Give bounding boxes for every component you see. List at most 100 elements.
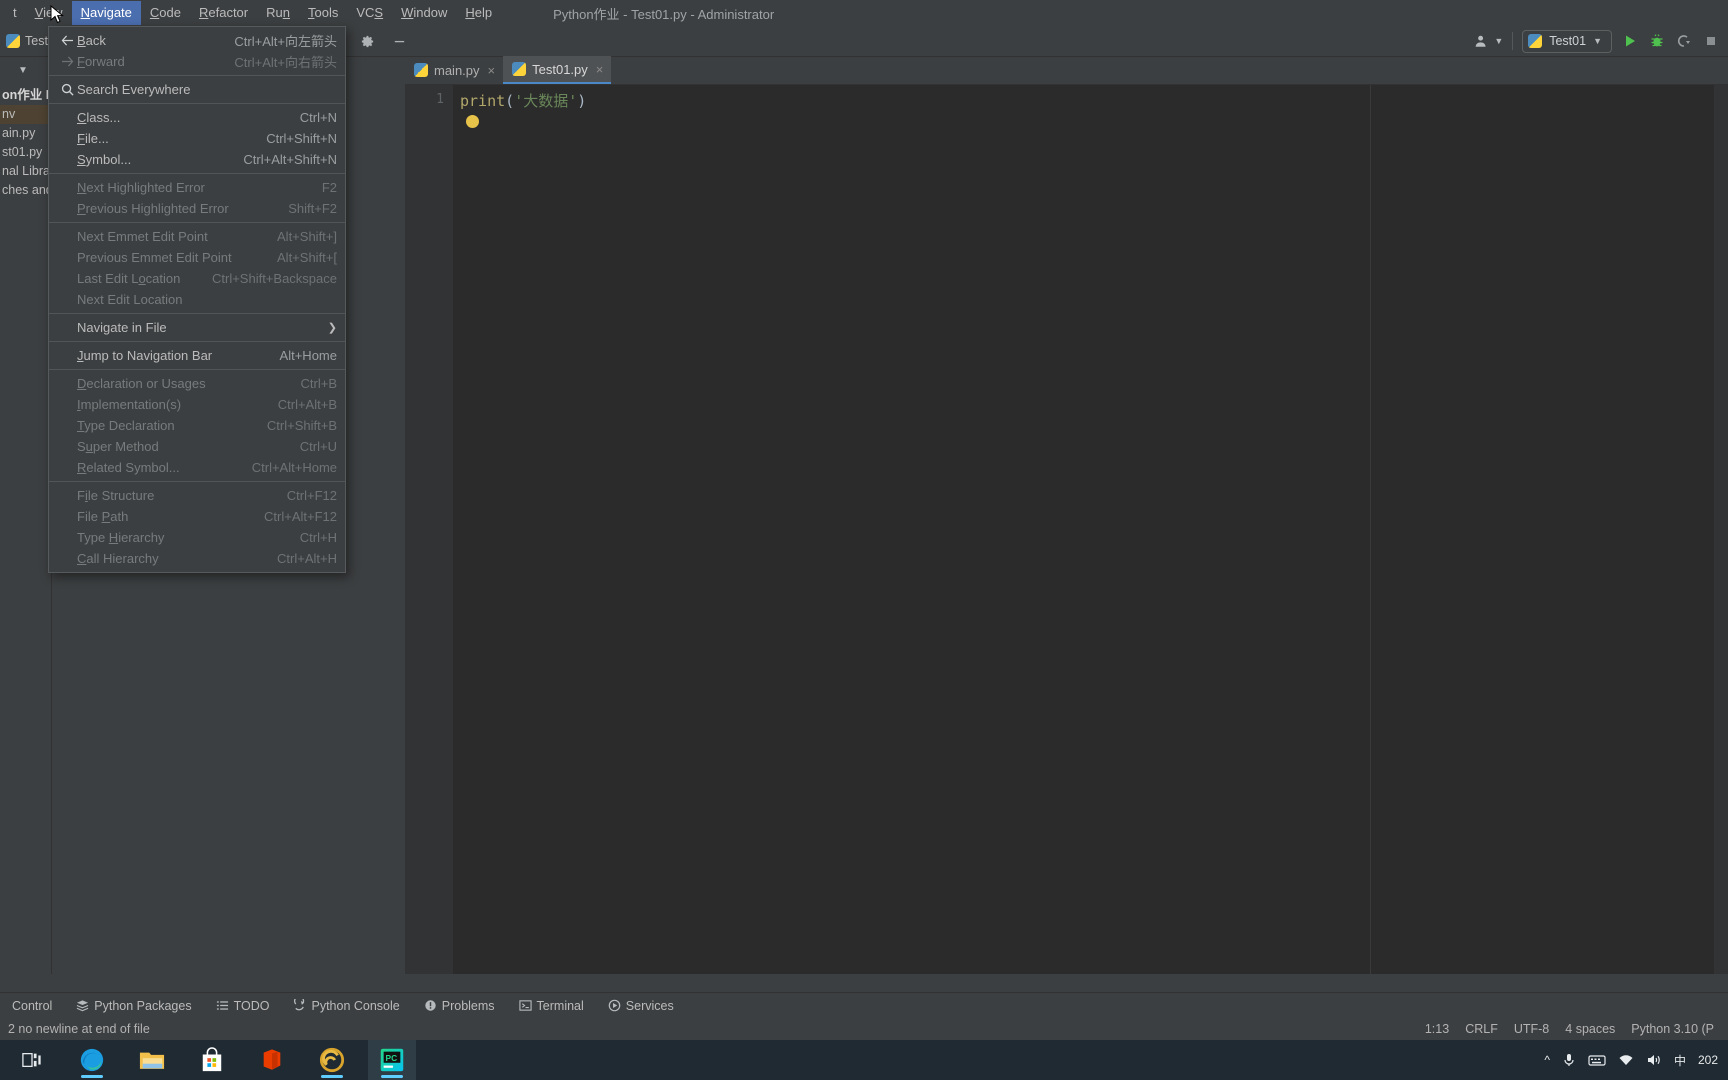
run-configuration-selector[interactable]: Test01 ▼: [1522, 29, 1612, 53]
menu-item-last-edit-location-shortcut: Ctrl+Shift+Backspace: [211, 271, 337, 286]
menu-item-view[interactable]: VViewiew: [26, 1, 72, 25]
keyboard-icon[interactable]: [1588, 1053, 1606, 1067]
editor-scrollbar[interactable]: [1714, 85, 1728, 974]
coverage-icon[interactable]: [1675, 32, 1693, 50]
menu-item-next-highlighted-error-label: Next Highlighted Error: [77, 180, 205, 195]
menu-item-file-structure-shortcut: Ctrl+F12: [286, 488, 337, 503]
tool-window-services[interactable]: Services: [596, 999, 686, 1013]
menu-item-search-everywhere[interactable]: Search Everywhere: [49, 79, 345, 100]
pycharm-window: t VViewiew Navigate Code Refactor Run To…: [0, 0, 1728, 1080]
code-editor[interactable]: 1 print('大数据'): [405, 85, 1728, 974]
menu-item-forward[interactable]: Forward Ctrl+Alt+向右箭头: [49, 51, 345, 72]
tree-item-external-libraries[interactable]: nal Libra: [0, 162, 51, 181]
tool-window-problems[interactable]: Problems: [412, 999, 507, 1013]
collapse-icon[interactable]: ▼: [18, 65, 28, 76]
menu-item-help[interactable]: Help: [456, 1, 501, 25]
menu-item-implementations[interactable]: Implementation(s) Ctrl+Alt+B: [49, 394, 345, 415]
minimize-icon[interactable]: [390, 32, 408, 50]
taskbar-clock[interactable]: 202: [1698, 1053, 1718, 1067]
tab-test01-py[interactable]: Test01.py ×: [503, 56, 612, 84]
menu-item-last-edit-location[interactable]: Last Edit Location Ctrl+Shift+Backspace: [49, 268, 345, 289]
file-encoding[interactable]: UTF-8: [1514, 1022, 1549, 1036]
tree-item-venv[interactable]: nv: [0, 105, 51, 124]
menu-item-file[interactable]: File... Ctrl+Shift+N: [49, 128, 345, 149]
debug-icon[interactable]: [1648, 32, 1666, 50]
menu-item-next-edit-location[interactable]: Next Edit Location: [49, 289, 345, 310]
menu-item-related-symbol-shortcut: Ctrl+Alt+Home: [251, 460, 337, 475]
task-view-icon[interactable]: [8, 1040, 56, 1080]
run-config-py-icon: [1528, 34, 1543, 48]
tool-window-python-packages[interactable]: Python Packages: [64, 999, 203, 1013]
menu-item-back[interactable]: Back Ctrl+Alt+向左箭头: [49, 30, 345, 51]
menu-item-file-path[interactable]: File Path Ctrl+Alt+F12: [49, 506, 345, 527]
project-panel-header: ▼: [0, 57, 51, 83]
ime-indicator[interactable]: 中: [1674, 1052, 1686, 1069]
menu-item-navigate[interactable]: Navigate: [71, 1, 141, 25]
back-arrow-icon: [57, 35, 77, 46]
tab-test01-py-close-icon[interactable]: ×: [596, 62, 604, 77]
menu-item-previous-emmet-edit-point[interactable]: Previous Emmet Edit Point Alt+Shift+[: [49, 247, 345, 268]
menu-item-class[interactable]: Class... Ctrl+N: [49, 107, 345, 128]
lightbulb-icon[interactable]: [466, 115, 479, 128]
menu-item-symbol[interactable]: Symbol... Ctrl+Alt+Shift+N: [49, 149, 345, 170]
menu-separator: [49, 481, 345, 482]
menu-item-window[interactable]: Window: [392, 1, 456, 25]
menu-item-symbol-label: Symbol...: [77, 152, 132, 167]
tree-item-test01-py[interactable]: st01.py: [0, 143, 51, 162]
line-number-gutter: 1: [405, 85, 453, 974]
tool-window-version-control[interactable]: Control: [0, 999, 64, 1013]
tool-window-python-console[interactable]: Python Console: [281, 999, 411, 1013]
menu-item-refactor[interactable]: Refactor: [190, 1, 257, 25]
menu-item-related-symbol[interactable]: Related Symbol... Ctrl+Alt+Home: [49, 457, 345, 478]
profile-chevron-icon[interactable]: ▼: [1494, 36, 1503, 46]
menu-item-vcs[interactable]: VCS: [347, 1, 392, 25]
microsoft-store-icon[interactable]: [188, 1040, 236, 1080]
gear-icon[interactable]: [358, 32, 376, 50]
edge-icon[interactable]: [68, 1040, 116, 1080]
menu-item-navigate-in-file[interactable]: Navigate in File ❯: [49, 317, 345, 338]
menu-item-file-structure[interactable]: File Structure Ctrl+F12: [49, 485, 345, 506]
tree-item-root[interactable]: on作业 D: [0, 86, 51, 105]
line-separator[interactable]: CRLF: [1465, 1022, 1498, 1036]
file-explorer-icon[interactable]: [128, 1040, 176, 1080]
menu-item-previous-highlighted-error-label: Previous Highlighted Error: [77, 201, 229, 216]
volume-icon[interactable]: [1646, 1053, 1662, 1067]
menu-item-type-declaration[interactable]: Type Declaration Ctrl+Shift+B: [49, 415, 345, 436]
menu-item-jump-to-navigation-bar[interactable]: Jump to Navigation Bar Alt+Home: [49, 345, 345, 366]
indent-setting[interactable]: 4 spaces: [1565, 1022, 1615, 1036]
stop-icon[interactable]: [1702, 32, 1720, 50]
menu-item-next-highlighted-error[interactable]: Next Highlighted Error F2: [49, 177, 345, 198]
tree-item-main-py[interactable]: ain.py: [0, 124, 51, 143]
menu-item-tools[interactable]: Tools: [299, 1, 347, 25]
tool-window-version-control-label: Control: [12, 998, 53, 1013]
tool-window-terminal-label: Terminal: [536, 998, 584, 1013]
caret-position[interactable]: 1:13: [1425, 1022, 1449, 1036]
menu-item-type-hierarchy[interactable]: Type Hierarchy Ctrl+H: [49, 527, 345, 548]
tab-main-py[interactable]: main.py ×: [405, 56, 503, 84]
menu-item-code[interactable]: Code: [141, 1, 190, 25]
browser-icon[interactable]: [308, 1040, 356, 1080]
python-interpreter[interactable]: Python 3.10 (P: [1631, 1022, 1714, 1036]
run-icon[interactable]: [1621, 32, 1639, 50]
menu-item-next-emmet-edit-point[interactable]: Next Emmet Edit Point Alt+Shift+]: [49, 226, 345, 247]
soft-wrap-guide: [1370, 85, 1371, 974]
chevron-down-icon: ▼: [1593, 36, 1602, 46]
menu-item-super-method[interactable]: Super Method Ctrl+U: [49, 436, 345, 457]
tool-window-todo[interactable]: TODO: [204, 999, 282, 1013]
tab-main-py-close-icon[interactable]: ×: [488, 63, 496, 78]
menu-item-previous-highlighted-error[interactable]: Previous Highlighted Error Shift+F2: [49, 198, 345, 219]
profile-icon[interactable]: [1473, 32, 1491, 50]
menu-item-call-hierarchy[interactable]: Call Hierarchy Ctrl+Alt+H: [49, 548, 345, 569]
menu-item-declaration-or-usages[interactable]: Declaration or Usages Ctrl+B: [49, 373, 345, 394]
menu-item-run[interactable]: Run: [257, 1, 299, 25]
network-icon[interactable]: [1618, 1053, 1634, 1067]
pycharm-icon[interactable]: PC: [368, 1040, 416, 1080]
code-line-1[interactable]: print('大数据'): [460, 92, 586, 111]
tool-window-terminal[interactable]: Terminal: [507, 999, 596, 1013]
microphone-icon[interactable]: [1562, 1052, 1576, 1068]
tree-item-scratches[interactable]: ches and: [0, 181, 51, 200]
menu-item-t[interactable]: t: [4, 1, 26, 25]
tray-chevron-icon[interactable]: ^: [1544, 1053, 1550, 1067]
office-icon[interactable]: [248, 1040, 296, 1080]
windows-taskbar: PC ^ 中 202: [0, 1040, 1728, 1080]
